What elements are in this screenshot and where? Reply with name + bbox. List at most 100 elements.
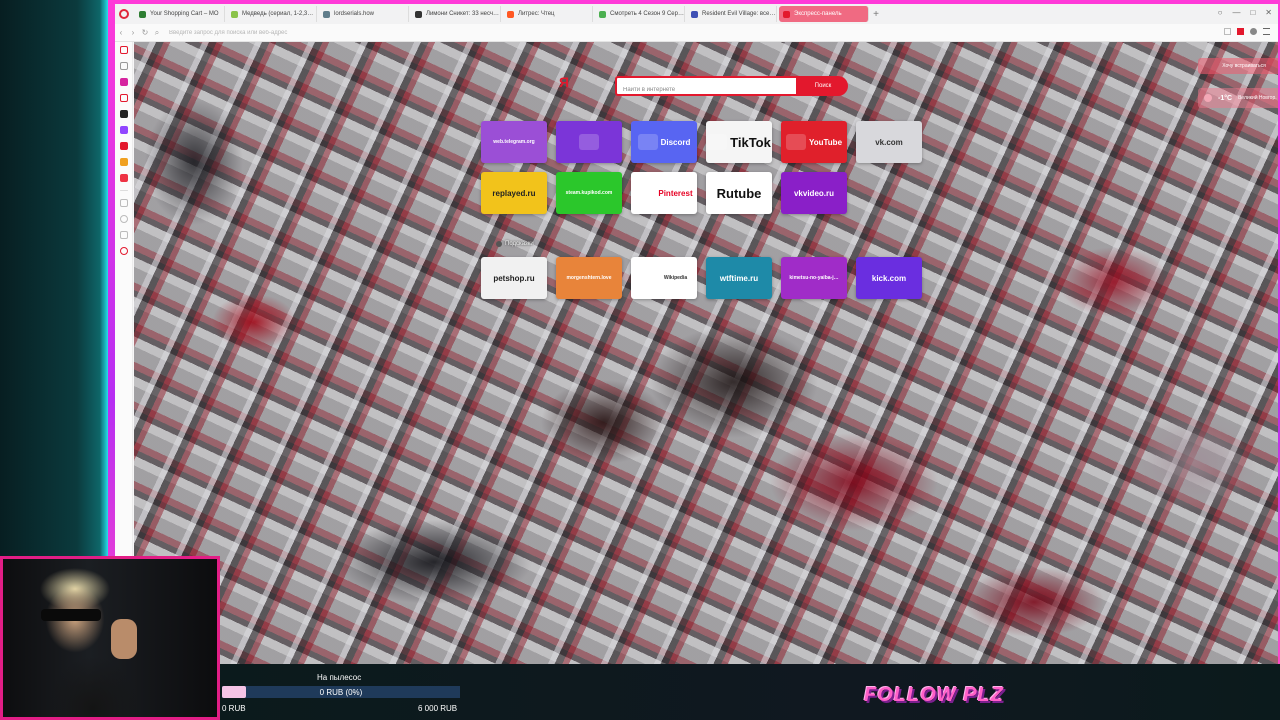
follow-banner: FOLLOW PLZ xyxy=(864,684,1004,706)
instagram-icon[interactable] xyxy=(119,78,128,86)
tab-6[interactable]: Resident Evil Village: все… xyxy=(687,6,777,22)
tile-label: wtftime.ru xyxy=(719,273,759,283)
tile-label: kick.com xyxy=(871,273,907,283)
browser-window: Your Shopping Cart – MO Медведь (сериал, … xyxy=(115,4,1278,664)
settings-icon[interactable] xyxy=(119,247,128,255)
address-input[interactable] xyxy=(169,29,569,36)
tile-twitch-icon[interactable] xyxy=(556,121,622,163)
search-icon: ⌕ xyxy=(154,27,160,37)
tile-label: vk.com xyxy=(875,137,903,147)
tile-morgenshtern-love[interactable]: morgenshtern.love xyxy=(556,257,622,299)
tab-favicon-icon xyxy=(323,10,330,18)
tile-label: Wikipedia xyxy=(663,275,688,281)
wikipedia-icon xyxy=(640,270,661,286)
twitch-icon[interactable] xyxy=(119,126,128,134)
tile-steam-kupikod-com[interactable]: steam.kupikod.com xyxy=(556,172,622,214)
vk-icon[interactable] xyxy=(119,110,128,118)
cube-icon[interactable] xyxy=(119,231,128,239)
maximize-button[interactable]: □ xyxy=(1250,8,1255,17)
tab-favicon-icon xyxy=(599,10,606,18)
profile-icon[interactable] xyxy=(1250,28,1257,35)
tile-label: web.telegram.org xyxy=(493,139,535,145)
tab-5[interactable]: Смотреть 4 Сезон 9 Сер… xyxy=(595,6,685,22)
tile-kick-com[interactable]: kick.com xyxy=(856,257,922,299)
music-icon[interactable] xyxy=(119,174,128,182)
clock-icon[interactable] xyxy=(119,215,128,223)
forward-icon[interactable]: › xyxy=(127,28,139,37)
tab-3[interactable]: Лимони Сникет: 33 несч… xyxy=(411,6,501,22)
weather-city: Великий Новгор. xyxy=(1238,95,1277,101)
tile-kimetsu-no-yaiba-j-[interactable]: kimetsu-no-yaiba-j… xyxy=(781,257,847,299)
tile-label: steam.kupikod.com xyxy=(565,190,613,196)
bag-icon[interactable] xyxy=(119,62,128,70)
hand xyxy=(111,619,137,659)
tab-0[interactable]: Your Shopping Cart – MO xyxy=(135,6,225,22)
tile-wtftime-ru[interactable]: wtftime.ru xyxy=(706,257,772,299)
section-label-text: Подсказки xyxy=(505,241,534,247)
back-icon[interactable]: ‹ xyxy=(115,28,127,37)
separator xyxy=(119,190,128,191)
tab-favicon-icon xyxy=(691,10,698,18)
tab-favicon-icon xyxy=(415,10,422,18)
send-icon[interactable] xyxy=(119,199,128,207)
tile-petshop-ru[interactable]: petshop.ru xyxy=(481,257,547,299)
tile-label: TikTok xyxy=(730,134,771,150)
browser-logo-icon[interactable] xyxy=(115,4,133,24)
tile-tiktok[interactable]: TikTok xyxy=(706,121,772,163)
tab-label: Лимони Сникет: 33 несч… xyxy=(426,11,500,17)
menu-icon[interactable] xyxy=(1263,28,1270,35)
reload-icon[interactable]: ↻ xyxy=(139,28,151,37)
tab-2[interactable]: lordserials.how xyxy=(319,6,409,22)
search-input[interactable] xyxy=(617,82,796,98)
tab-1[interactable]: Медведь (сериал, 1-2,3… xyxy=(227,6,317,22)
tile-wikipedia[interactable]: Wikipedia xyxy=(631,257,697,299)
tab-label: lordserials.how xyxy=(334,11,375,17)
extension-icon[interactable] xyxy=(1237,28,1244,35)
tile-vkvideo-ru[interactable]: vkvideo.ru xyxy=(781,172,847,214)
weather-widget[interactable]: -1°C Великий Новгор. xyxy=(1198,88,1278,108)
tile-label: YouTube xyxy=(808,137,843,147)
search-logo[interactable]: Я xyxy=(559,74,569,90)
login-button[interactable]: Хочу встраиваться xyxy=(1198,58,1278,74)
messenger-icon[interactable] xyxy=(119,94,128,102)
tile-youtube[interactable]: YouTube xyxy=(781,121,847,163)
tab-label: Литрес: Чтец xyxy=(518,11,555,17)
tile-rutube[interactable]: Rutube xyxy=(706,172,772,214)
tile-pinterest[interactable]: Pinterest xyxy=(631,172,697,214)
tab-7[interactable]: Экспресс-панель xyxy=(779,6,869,22)
close-button[interactable]: ✕ xyxy=(1265,8,1272,17)
bookmark-icon[interactable] xyxy=(1224,28,1231,35)
search-tabs-icon[interactable]: ○ xyxy=(1218,8,1223,17)
tiktok-icon xyxy=(707,134,728,150)
donation-goal-title: На пылесос xyxy=(317,673,362,682)
tile-web-telegram-org[interactable]: web.telegram.org xyxy=(481,121,547,163)
lightbulb-icon xyxy=(496,241,502,247)
tile-discord[interactable]: Discord xyxy=(631,121,697,163)
tile-label: morgenshtern.love xyxy=(566,275,612,281)
tab-label: Resident Evil Village: все… xyxy=(702,11,776,17)
market-icon[interactable] xyxy=(119,158,128,166)
tile-label: replayed.ru xyxy=(492,188,536,198)
search-button[interactable]: Поиск xyxy=(798,76,848,96)
express-panel: Я Поиск Хочу встраиваться -1°C Великий Н… xyxy=(134,42,1278,664)
window-controls: ○ — □ ✕ xyxy=(1218,8,1272,17)
section-label: Подсказки xyxy=(496,241,534,247)
tab-label: Смотреть 4 Сезон 9 Сер… xyxy=(610,11,684,17)
stream-scene: Your Shopping Cart – MO Медведь (сериал, … xyxy=(0,0,1280,720)
pinterest-icon xyxy=(635,185,656,201)
discord-icon xyxy=(637,134,658,150)
tile-label: Rutube xyxy=(716,185,762,201)
tile-vk-com[interactable]: vk.com xyxy=(856,121,922,163)
youtube-icon xyxy=(785,134,806,150)
yandex-icon[interactable] xyxy=(119,142,128,150)
tile-label: vkvideo.ru xyxy=(793,188,834,198)
minimize-button[interactable]: — xyxy=(1232,8,1240,17)
sunglasses xyxy=(41,609,101,621)
tile-replayed-ru[interactable]: replayed.ru xyxy=(481,172,547,214)
tab-4[interactable]: Литрес: Чтец xyxy=(503,6,593,22)
twitch-icon xyxy=(579,134,599,150)
tile-label: petshop.ru xyxy=(493,273,535,283)
tile-label: kimetsu-no-yaiba-j… xyxy=(789,275,839,281)
new-tab-button[interactable]: + xyxy=(869,7,883,21)
home-icon[interactable] xyxy=(119,46,128,54)
